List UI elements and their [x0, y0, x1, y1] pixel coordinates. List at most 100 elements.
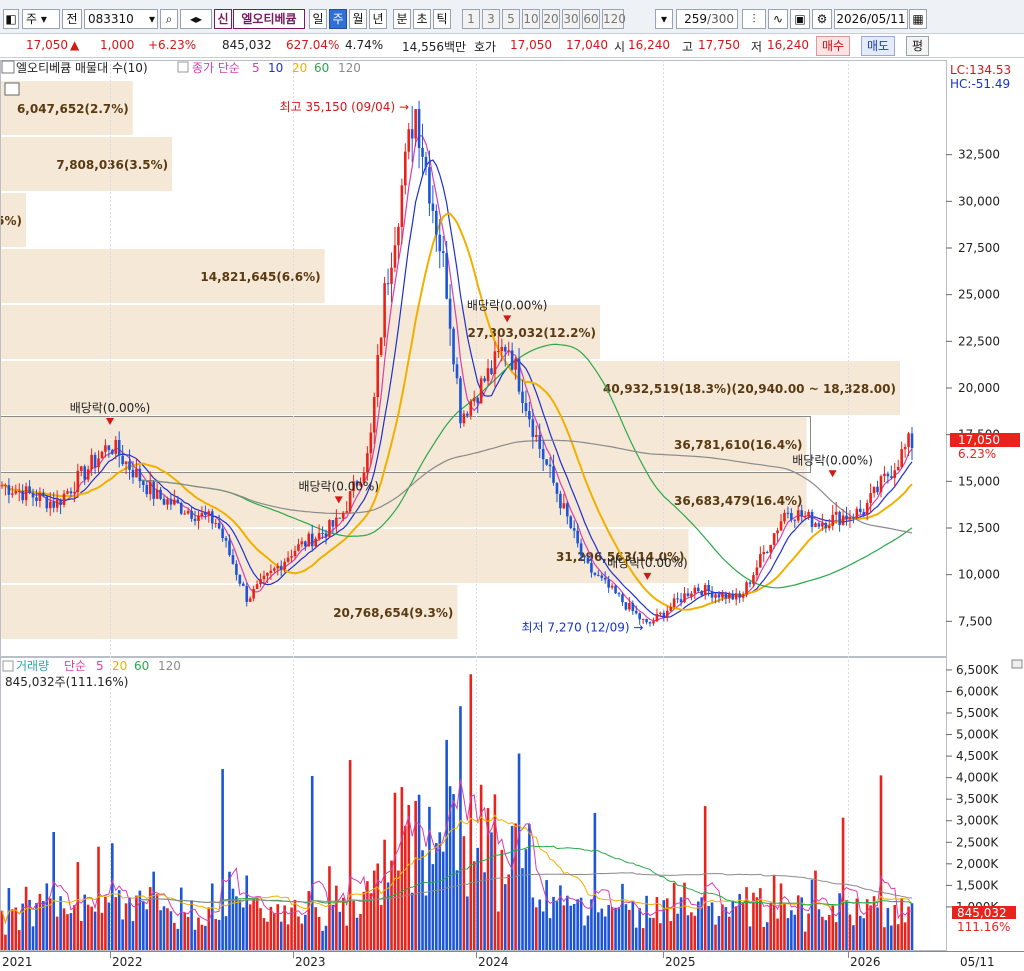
- interval-tab[interactable]: 10: [522, 9, 540, 29]
- candle-body: [679, 599, 683, 603]
- stock-code-input[interactable]: 083310 ▾: [84, 9, 158, 29]
- dropdown-icon[interactable]: ▾: [655, 9, 673, 29]
- candle-body: [76, 470, 80, 493]
- volume-bar: [903, 922, 907, 950]
- candle-body: [831, 514, 835, 526]
- volume-bar: [83, 894, 87, 950]
- candle-body: [183, 513, 186, 515]
- interval-tab[interactable]: 60: [582, 9, 600, 29]
- flat-button[interactable]: 평: [906, 36, 930, 56]
- candle-body: [400, 185, 404, 227]
- candle-body: [428, 167, 431, 204]
- volume-bar: [628, 909, 631, 950]
- candle-body: [903, 446, 907, 450]
- prev-button[interactable]: 전: [62, 9, 82, 29]
- buy-button[interactable]: 매수: [816, 36, 851, 56]
- save-icon[interactable]: ▣: [790, 9, 810, 29]
- candle-body: [700, 591, 704, 596]
- gear-icon[interactable]: ⚙: [812, 9, 832, 29]
- candle-body: [231, 555, 235, 564]
- candle-body: [241, 583, 245, 587]
- stock-chart[interactable]: 6,047,652(2.7%) 7,808,036(3.5%) 1,183,659(…: [0, 58, 1024, 971]
- count-field[interactable]: 259/300: [676, 9, 738, 29]
- volume-current: 845,032주(111.16%): [5, 675, 128, 689]
- candle-body: [634, 610, 638, 614]
- volume-bar: [279, 921, 283, 950]
- volume-ma-120: 120: [158, 659, 181, 673]
- candle-body: [379, 337, 383, 355]
- volume-bar: [690, 912, 693, 950]
- volume-bar: [907, 906, 910, 950]
- candle-body: [814, 523, 817, 527]
- period-tab[interactable]: 년: [369, 9, 387, 29]
- candle-body: [448, 298, 452, 329]
- volume-bar: [693, 915, 697, 950]
- interval-tab[interactable]: 5: [502, 9, 520, 29]
- candle-body: [224, 538, 228, 541]
- candle-body: [341, 512, 345, 519]
- volume-bar: [293, 899, 297, 950]
- candle-body: [631, 603, 635, 611]
- count-value: 259: [684, 12, 708, 26]
- volume-bar: [572, 903, 576, 950]
- line-type-icon[interactable]: ∿: [768, 9, 788, 29]
- volume-y-tick-label: 6,500K: [956, 663, 999, 677]
- legend-toggle-icon[interactable]: [1, 60, 15, 74]
- interval-tab[interactable]: 3: [482, 9, 500, 29]
- calendar-icon[interactable]: ▦: [909, 9, 927, 29]
- volume-bar: [235, 896, 238, 950]
- panel-collapse-icon[interactable]: [1011, 659, 1023, 669]
- market-select[interactable]: 주 ▾: [22, 9, 60, 29]
- candle-body: [821, 522, 824, 527]
- period-tab[interactable]: 분: [393, 9, 411, 29]
- candle-body: [590, 562, 593, 573]
- candle-body: [366, 453, 369, 473]
- volume-bar: [459, 706, 462, 950]
- candle-body: [31, 492, 35, 498]
- candle-body: [517, 358, 521, 392]
- candle-body: [593, 572, 597, 575]
- candle-body: [683, 593, 686, 603]
- candle-body: [397, 226, 400, 246]
- candle-body: [779, 521, 783, 531]
- period-tab[interactable]: 주: [329, 9, 347, 29]
- period-tab[interactable]: 초: [413, 9, 431, 29]
- interval-tab[interactable]: 1: [462, 9, 480, 29]
- candle-body: [579, 543, 583, 556]
- volume-y-tick-label: 4,500K: [956, 749, 999, 763]
- candle-body: [52, 501, 56, 508]
- period-tab[interactable]: 틱: [433, 9, 451, 29]
- candle-body: [845, 515, 848, 520]
- volume-bar: [790, 910, 793, 950]
- volume-bar: [593, 812, 597, 950]
- sell-button[interactable]: 매도: [861, 36, 896, 56]
- chart-area[interactable]: 6,047,652(2.7%) 7,808,036(3.5%) 1,183,659(…: [0, 58, 1024, 971]
- period-tab[interactable]: 월: [349, 9, 367, 29]
- interval-tab[interactable]: 20: [542, 9, 560, 29]
- candle-body: [328, 520, 331, 537]
- period-tab[interactable]: 일: [309, 9, 327, 29]
- interval-tab[interactable]: 30: [562, 9, 580, 29]
- candle-type-icon[interactable]: ⫶: [742, 9, 766, 29]
- speaker-icon[interactable]: ◂▸: [180, 9, 212, 29]
- volume-bar: [297, 916, 300, 950]
- interval-tab[interactable]: 120: [602, 9, 626, 29]
- volume-bar: [552, 896, 555, 950]
- volume-y-tick-label: 3,500K: [956, 792, 999, 806]
- date-field[interactable]: 2026/05/11: [834, 9, 908, 29]
- chart-menu-icon[interactable]: ◧: [3, 9, 19, 29]
- volume-bar: [7, 888, 11, 950]
- volume-bar: [541, 911, 545, 950]
- open-price: 16,240: [628, 38, 670, 52]
- candle-body: [607, 579, 610, 588]
- table-icon[interactable]: [4, 82, 20, 96]
- candle-body: [66, 491, 69, 494]
- candle-body: [283, 561, 286, 570]
- candle-body: [286, 557, 290, 562]
- volume-bar: [534, 907, 538, 950]
- volume-bar: [121, 919, 124, 950]
- search-icon[interactable]: ⌕: [160, 9, 178, 29]
- volume-bar: [221, 769, 224, 950]
- trade-amount: 14,556백만: [402, 40, 467, 54]
- volume-bar: [621, 883, 624, 950]
